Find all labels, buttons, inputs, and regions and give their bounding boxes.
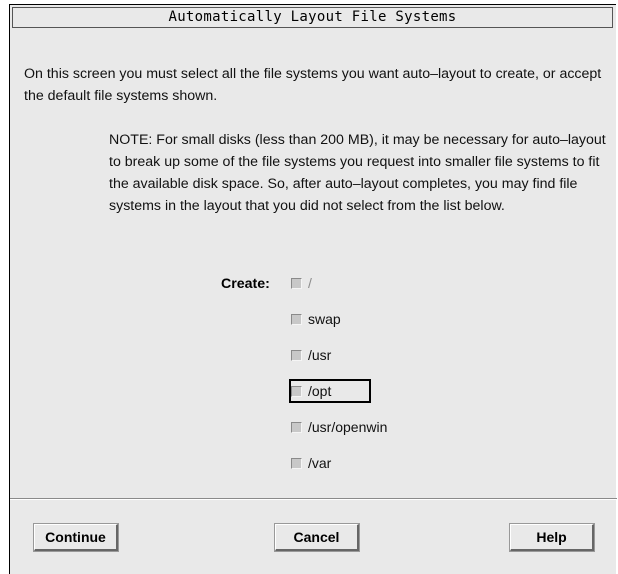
checkbox-label: /var [308,455,332,471]
checkbox-label: /usr [308,347,332,363]
checkbox-box[interactable] [291,313,302,325]
checkbox-usr[interactable]: /usr [291,345,331,365]
checkbox-label: swap [308,311,341,327]
checkbox-swap[interactable]: swap [291,309,341,329]
create-label: Create: [221,276,270,292]
checkbox-usr-openwin[interactable]: /usr/openwin [291,417,387,437]
window-title: Automatically Layout File Systems [168,9,457,25]
note-text: NOTE: For small disks (less than 200 MB)… [109,132,606,214]
intro-text: On this screen you must select all the f… [24,66,602,104]
checkbox-var[interactable]: /var [291,453,331,473]
checkbox-root: / [291,273,312,293]
help-button[interactable]: Help [510,524,594,551]
checkbox-opt[interactable]: /opt [288,379,372,403]
continue-button[interactable]: Continue [34,524,118,551]
checkbox-box[interactable] [291,457,302,469]
cancel-button[interactable]: Cancel [275,524,359,551]
title-bar: Automatically Layout File Systems [12,7,613,28]
checkbox-box [291,277,302,289]
checkbox-box[interactable] [291,349,302,361]
button-divider [10,498,617,500]
checkbox-label: /usr/openwin [308,419,388,435]
checkbox-box[interactable] [291,421,302,433]
checkbox-box[interactable] [291,385,302,397]
checkbox-label: /opt [308,383,332,399]
dialog-window: Automatically Layout File Systems On thi… [9,4,617,574]
checkbox-label: / [308,275,312,291]
